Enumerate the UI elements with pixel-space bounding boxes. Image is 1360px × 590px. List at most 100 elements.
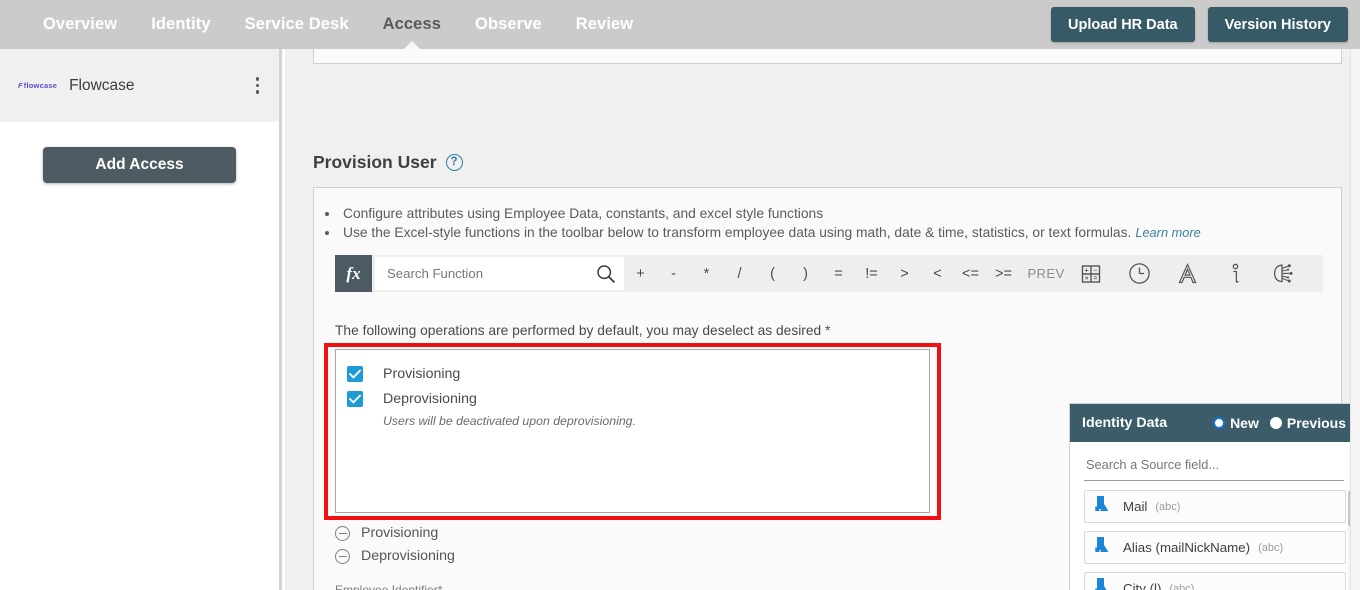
source-field-type: (abc)	[1258, 541, 1284, 554]
operator-less-than[interactable]: <	[921, 255, 954, 292]
operator-equals[interactable]: =	[822, 255, 855, 292]
nav-item-service-desk[interactable]: Service Desk	[228, 0, 366, 49]
source-field-name: Alias (mailNickName)	[1123, 540, 1251, 555]
operator-greater-equal[interactable]: >=	[987, 255, 1020, 292]
operator-less-equal[interactable]: <=	[954, 255, 987, 292]
instruction-bullet-text: Configure attributes using Employee Data…	[343, 206, 824, 221]
radio-option-new[interactable]: New	[1213, 415, 1259, 431]
nav-item-label: Review	[575, 15, 634, 33]
flowcase-logo-text: flowcase	[23, 81, 58, 90]
source-field-icon	[1094, 495, 1112, 518]
source-field-icon	[1094, 536, 1112, 559]
prev-button[interactable]: PREV	[1020, 255, 1072, 292]
checkbox-label: Provisioning	[383, 366, 461, 382]
minus-circle-icon[interactable]	[335, 548, 350, 564]
left-sidebar: Fflowcase Flowcase Add Access	[0, 49, 282, 590]
previous-card-partial	[313, 49, 1342, 64]
radio-selected-icon[interactable]	[1213, 417, 1226, 429]
nav-actions: Upload HR Data Version History	[1051, 7, 1348, 42]
nav-item-label: Service Desk	[244, 15, 349, 33]
source-field-search-input[interactable]	[1084, 456, 1344, 473]
nav-item-observe[interactable]: Observe	[458, 0, 559, 49]
deselect-note: The following operations are performed b…	[335, 323, 831, 338]
collapsible-section-provisioning[interactable]: Provisioning	[335, 525, 438, 541]
radio-label: Previous	[1286, 415, 1346, 431]
magnifier-icon[interactable]	[596, 264, 616, 289]
operator-close-paren[interactable]: )	[789, 255, 822, 292]
identity-data-title: Identity Data	[1082, 415, 1168, 431]
instruction-bullets: Configure attributes using Employee Data…	[340, 205, 1341, 242]
formula-toolbar: fx + - * / ( ) = != > < <= >= PREV	[335, 255, 1323, 292]
nav-item-identity[interactable]: Identity	[134, 0, 227, 49]
nav-item-label: Observe	[475, 15, 542, 33]
collapsible-section-label: Provisioning	[361, 525, 439, 541]
svg-text:×: ×	[1085, 275, 1089, 282]
default-operations-box: Provisioning Deprovisioning Users will b…	[335, 349, 930, 513]
instruction-bullet: Configure attributes using Employee Data…	[340, 205, 1341, 224]
instruction-bullet-text: Use the Excel-style functions in the too…	[343, 224, 1132, 240]
nav-item-access[interactable]: Access	[366, 0, 458, 50]
svg-text:=: =	[1093, 275, 1097, 282]
text-font-icon[interactable]	[1174, 261, 1200, 287]
radio-unselected-icon[interactable]	[1269, 417, 1282, 429]
operator-buttons: + - * / ( ) = != > < <= >= PREV	[624, 255, 1072, 292]
employee-identifier-label: Employee Identifier*	[335, 583, 443, 590]
top-navigation-bar: Overview Identity Service Desk Access Ob…	[0, 0, 1360, 50]
identity-data-header: Identity Data New Previous	[1070, 404, 1358, 442]
toolbar-icons: + − × =	[1078, 261, 1296, 287]
add-access-wrap: Add Access	[0, 147, 279, 183]
list-item[interactable]: City (l) (abc)	[1084, 572, 1346, 590]
fx-button[interactable]: fx	[335, 255, 372, 292]
learn-more-link[interactable]: Learn more	[1135, 225, 1200, 240]
sidebar-item-flowcase[interactable]: Fflowcase Flowcase	[0, 49, 279, 122]
search-function-wrap	[375, 257, 624, 290]
checkbox-row-deprovisioning[interactable]: Deprovisioning	[347, 391, 929, 407]
version-history-button[interactable]: Version History	[1207, 7, 1348, 42]
checkbox-label: Deprovisioning	[383, 391, 477, 407]
question-circle-icon[interactable]: ?	[445, 154, 463, 171]
page-title-row: Provision User ?	[313, 152, 463, 173]
upload-hr-data-button[interactable]: Upload HR Data	[1051, 7, 1195, 42]
operator-divide[interactable]: /	[723, 255, 756, 292]
collapsible-section-label: Deprovisioning	[361, 548, 455, 564]
source-field-type: (abc)	[1155, 500, 1181, 513]
main-content: Provision User ? Configure attributes us…	[285, 49, 1360, 590]
ai-brain-icon[interactable]	[1270, 261, 1296, 287]
checkbox-checked-icon[interactable]	[347, 366, 363, 382]
list-item[interactable]: Alias (mailNickName) (abc)	[1084, 531, 1346, 564]
source-field-name: City (l)	[1123, 581, 1162, 590]
page-scrollbar[interactable]	[1350, 49, 1360, 590]
deprovisioning-hint: Users will be deactivated upon deprovisi…	[383, 414, 636, 428]
instruction-bullet: Use the Excel-style functions in the too…	[340, 224, 1341, 243]
list-item[interactable]: Mail (abc)	[1084, 490, 1346, 523]
info-icon[interactable]	[1222, 261, 1248, 287]
more-vertical-icon[interactable]	[250, 73, 266, 98]
svg-text:−: −	[1093, 265, 1098, 274]
operator-not-equals[interactable]: !=	[855, 255, 888, 292]
svg-text:+: +	[1085, 265, 1090, 274]
operator-open-paren[interactable]: (	[756, 255, 789, 292]
source-field-type: (abc)	[1169, 582, 1195, 590]
source-field-icon	[1094, 577, 1112, 590]
source-field-search-wrap	[1084, 456, 1344, 481]
add-access-button[interactable]: Add Access	[43, 147, 236, 183]
collapsible-section-deprovisioning[interactable]: Deprovisioning	[335, 548, 455, 564]
employee-identifier-group: Employee Identifier* User Name	[335, 583, 562, 590]
operator-greater-than[interactable]: >	[888, 255, 921, 292]
nav-item-overview[interactable]: Overview	[26, 0, 134, 49]
calculator-icon[interactable]: + − × =	[1078, 261, 1104, 287]
search-function-input[interactable]	[375, 257, 624, 290]
identity-data-panel: Identity Data New Previous Search a Sour…	[1069, 403, 1359, 590]
minus-circle-icon[interactable]	[335, 525, 350, 541]
nav-item-review[interactable]: Review	[559, 0, 650, 49]
checkbox-checked-icon[interactable]	[347, 391, 363, 407]
radio-option-previous[interactable]: Previous	[1269, 415, 1346, 431]
clock-icon[interactable]	[1126, 261, 1152, 287]
radio-label: New	[1230, 415, 1259, 431]
source-field-name: Mail	[1123, 499, 1148, 514]
operator-minus[interactable]: -	[657, 255, 690, 292]
nav-item-label: Identity	[151, 15, 211, 33]
operator-multiply[interactable]: *	[690, 255, 723, 292]
operator-plus[interactable]: +	[624, 255, 657, 292]
checkbox-row-provisioning[interactable]: Provisioning	[347, 366, 929, 382]
